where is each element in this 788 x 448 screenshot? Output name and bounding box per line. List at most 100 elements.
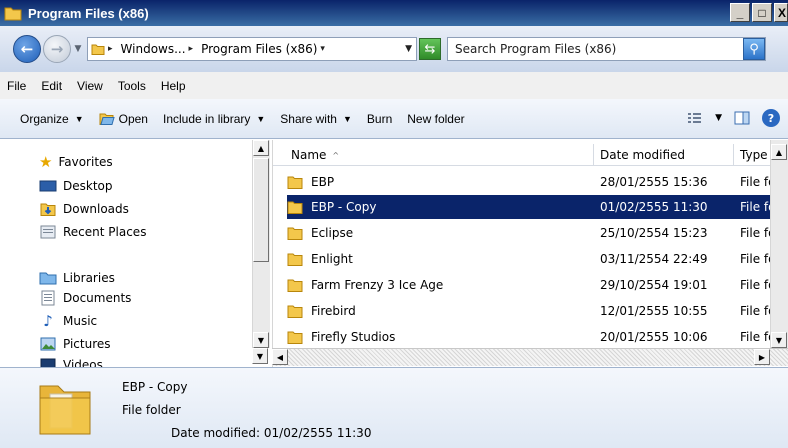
- file-date: 25/10/2554 15:23: [600, 226, 708, 240]
- column-type-label: Type: [740, 148, 768, 162]
- horizontal-scrollbar[interactable]: ◀ ▶: [272, 348, 788, 366]
- open-label: Open: [118, 111, 148, 126]
- folder-icon: [4, 5, 22, 21]
- open-button[interactable]: Open: [99, 112, 148, 126]
- file-name: Eclipse: [311, 226, 354, 240]
- preview-pane-icon[interactable]: [734, 111, 750, 125]
- navigation-pane: ★ Favorites Desktop Downloads Recent Pla…: [0, 140, 268, 367]
- documents-icon: [39, 290, 57, 306]
- file-date: 29/10/2554 19:01: [600, 278, 708, 292]
- menu-view[interactable]: View: [77, 79, 103, 93]
- view-options-icon[interactable]: [687, 112, 703, 124]
- title-bar: Program Files (x86) _ □ X: [0, 0, 788, 26]
- favorites-label: Favorites: [58, 155, 113, 169]
- chevron-right-icon[interactable]: ▸: [108, 44, 113, 54]
- file-date: 03/11/2554 22:49: [600, 252, 708, 266]
- nav-item-videos[interactable]: Videos: [39, 357, 103, 367]
- back-button[interactable]: ←: [13, 35, 41, 63]
- forward-button[interactable]: →: [43, 35, 71, 63]
- scroll-thumb[interactable]: [253, 158, 269, 262]
- nav-item-pictures[interactable]: Pictures: [39, 336, 111, 352]
- column-header-date-modified[interactable]: Date modified: [594, 144, 734, 166]
- nav-item-downloads[interactable]: Downloads: [39, 201, 129, 217]
- libraries-group[interactable]: Libraries: [39, 270, 115, 286]
- chevron-down-icon: ▼: [342, 113, 352, 124]
- burn-label: Burn: [366, 111, 393, 126]
- menu-edit[interactable]: Edit: [41, 79, 62, 93]
- organize-label: Organize: [20, 111, 69, 126]
- open-folder-icon: [99, 112, 115, 126]
- help-icon[interactable]: ?: [762, 109, 780, 127]
- share-with-button[interactable]: Share with ▼: [280, 112, 352, 126]
- search-placeholder: Search Program Files (x86): [455, 42, 617, 56]
- nav-item-label: Recent Places: [63, 225, 147, 239]
- search-input[interactable]: Search Program Files (x86) ⚲: [447, 37, 766, 61]
- scroll-down-button[interactable]: ▼: [771, 332, 787, 348]
- forward-arrow-icon: →: [50, 40, 64, 58]
- close-button[interactable]: X: [774, 3, 788, 22]
- new-folder-button[interactable]: New folder: [407, 112, 464, 126]
- scroll-up-button[interactable]: ▲: [253, 140, 269, 156]
- recent-places-icon: [39, 224, 57, 240]
- column-header-name[interactable]: Name ^: [273, 144, 594, 166]
- folder-icon: [287, 174, 305, 190]
- folder-icon: [91, 42, 105, 56]
- file-name: EBP - Copy: [311, 200, 377, 214]
- sort-ascending-icon: ^: [332, 150, 340, 160]
- file-date: 20/01/2555 10:06: [600, 330, 708, 344]
- new-folder-label: New folder: [407, 111, 465, 126]
- file-list: Name ^ Date modified Type EBP 28/01/2555…: [272, 140, 788, 367]
- include-in-library-label: Include in library: [162, 111, 251, 126]
- file-row-farm-frenzy[interactable]: Farm Frenzy 3 Ice Age 29/10/2554 19:01 F…: [287, 273, 788, 297]
- file-row-eclipse[interactable]: Eclipse 25/10/2554 15:23 File fo: [287, 221, 788, 245]
- file-row-firebird[interactable]: Firebird 12/01/2555 10:55 File fo: [287, 299, 788, 323]
- file-row-ebp-copy[interactable]: EBP - Copy 01/02/2555 11:30 File fo: [286, 194, 788, 220]
- file-list-scrollbar[interactable]: ▲ ▼: [770, 140, 788, 348]
- nav-item-documents[interactable]: Documents: [39, 290, 131, 306]
- menu-file[interactable]: File: [7, 79, 26, 93]
- file-date: 12/01/2555 10:55: [600, 304, 708, 318]
- scroll-left-button[interactable]: ◀: [272, 349, 288, 365]
- scroll-down-button[interactable]: ▼: [253, 332, 269, 348]
- file-row-firefly-studios[interactable]: Firefly Studios 20/01/2555 10:06 File fo: [287, 325, 788, 349]
- address-dropdown-icon[interactable]: ▼: [405, 44, 412, 54]
- breadcrumb-windows[interactable]: Windows...: [121, 42, 186, 56]
- nav-item-desktop[interactable]: Desktop: [39, 178, 113, 194]
- folder-icon: [287, 251, 305, 267]
- navigation-scrollbar[interactable]: ▲ ▼: [252, 140, 270, 348]
- chevron-down-icon[interactable]: ▾: [320, 44, 325, 54]
- burn-button[interactable]: Burn: [367, 112, 392, 126]
- nav-item-label: Music: [63, 314, 98, 328]
- nav-scroll-down-corner[interactable]: ▼: [252, 348, 268, 364]
- command-bar: Organize ▼ Open Include in library ▼ Share…: [0, 99, 788, 139]
- view-dropdown-icon[interactable]: ▼: [715, 113, 722, 123]
- include-in-library-button[interactable]: Include in library ▼: [163, 112, 265, 126]
- search-button[interactable]: ⚲: [743, 38, 765, 60]
- file-row-ebp[interactable]: EBP 28/01/2555 15:36 File fo: [287, 170, 788, 194]
- videos-icon: [39, 357, 57, 367]
- nav-item-music[interactable]: ♪ Music: [39, 312, 98, 330]
- refresh-button[interactable]: ⇆: [419, 38, 441, 60]
- minimize-button[interactable]: _: [730, 3, 750, 22]
- maximize-button[interactable]: □: [752, 3, 772, 22]
- favorites-group[interactable]: ★ Favorites: [39, 153, 113, 171]
- file-name: Firefly Studios: [311, 330, 396, 344]
- scroll-right-button[interactable]: ▶: [754, 349, 770, 365]
- address-bar[interactable]: ▸ Windows... ▸ Program Files (x86) ▾ ▼: [87, 37, 417, 61]
- library-icon: [39, 270, 57, 286]
- nav-item-label: Pictures: [63, 337, 111, 351]
- menu-tools[interactable]: Tools: [118, 79, 146, 93]
- recent-pages-dropdown[interactable]: ▼: [71, 44, 85, 54]
- file-row-enlight[interactable]: Enlight 03/11/2554 22:49 File fo: [287, 247, 788, 271]
- file-name: EBP: [311, 175, 335, 189]
- column-header-row: Name ^ Date modified Type: [273, 144, 788, 166]
- search-icon: ⚲: [749, 41, 759, 57]
- breadcrumb-program-files-x86[interactable]: Program Files (x86): [201, 42, 317, 56]
- nav-item-recent-places[interactable]: Recent Places: [39, 224, 146, 240]
- scroll-up-button[interactable]: ▲: [771, 144, 787, 160]
- menu-help[interactable]: Help: [161, 79, 186, 93]
- back-arrow-icon: ←: [20, 40, 34, 58]
- organize-button[interactable]: Organize ▼: [20, 112, 84, 126]
- libraries-label: Libraries: [63, 271, 115, 285]
- chevron-right-icon[interactable]: ▸: [189, 44, 194, 54]
